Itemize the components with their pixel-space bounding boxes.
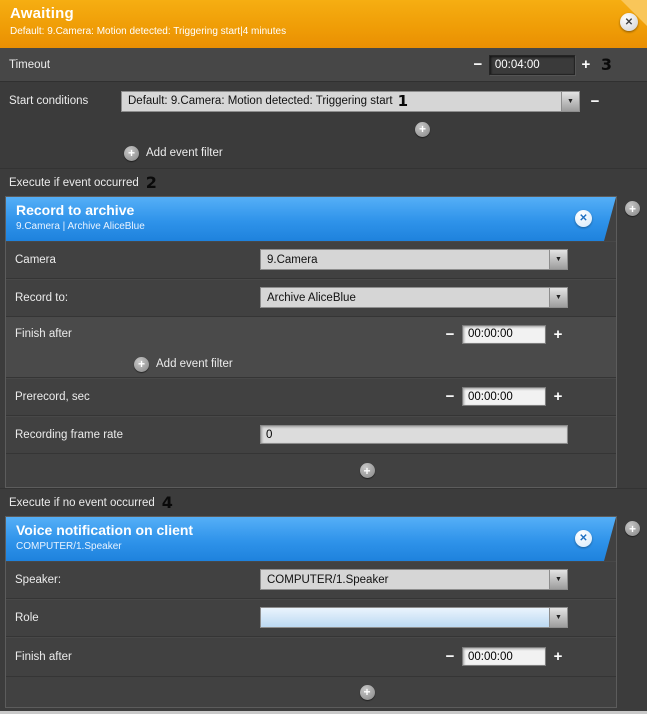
voice-finish-after-increment-button[interactable]: +	[551, 649, 565, 664]
chevron-down-icon[interactable]: ▼	[549, 608, 567, 627]
record-finish-after-input[interactable]	[462, 325, 546, 344]
record-add-event-filter-icon[interactable]: +	[134, 357, 149, 372]
role-dropdown[interactable]: ▼	[260, 607, 568, 628]
start-conditions-value: Default: 9.Camera: Motion detected: Trig…	[122, 92, 561, 111]
add-event-filter-label[interactable]: Add event filter	[146, 147, 223, 159]
finish-after-block: Finish after − + + Add event filter	[6, 317, 616, 378]
camera-value: 9.Camera	[261, 250, 549, 269]
record-panel-add-row: +	[6, 454, 616, 487]
voice-panel-close-icon[interactable]: ✕	[575, 530, 592, 547]
add-action-icon[interactable]: +	[625, 201, 640, 216]
page-title: Awaiting	[10, 5, 637, 22]
timeout-decrement-button[interactable]: −	[471, 57, 485, 72]
start-conditions-label: Start conditions	[9, 95, 121, 107]
voice-finish-after-input[interactable]	[462, 647, 546, 666]
role-value	[261, 608, 549, 627]
record-finish-after-stepper: − +	[443, 325, 565, 344]
speaker-value: COMPUTER/1.Speaker	[261, 570, 549, 589]
add-event-filter-row: + Add event filter	[0, 138, 647, 168]
prerecord-input[interactable]	[462, 387, 546, 406]
speaker-label: Speaker:	[15, 574, 260, 586]
start-conditions-text: Default: 9.Camera: Motion detected: Trig…	[128, 95, 393, 107]
dialog-subtitle: Default: 9.Camera: Motion detected: Trig…	[10, 26, 637, 37]
prerecord-decrement-button[interactable]: −	[443, 389, 457, 404]
annotation-2: 2	[146, 175, 157, 191]
timeout-increment-button[interactable]: +	[579, 57, 593, 72]
chevron-down-icon[interactable]: ▼	[549, 288, 567, 307]
annotation-3: 3	[601, 57, 612, 73]
add-condition-row: +	[0, 120, 647, 138]
voice-finish-after-label: Finish after	[15, 651, 260, 663]
frame-rate-input[interactable]	[260, 425, 568, 444]
voice-panel: Voice notification on client COMPUTER/1.…	[5, 516, 617, 708]
record-panel: Record to archive 9.Camera | Archive Ali…	[5, 196, 617, 488]
annotation-4: 4	[162, 495, 173, 511]
record-panel-title: Record to archive	[16, 202, 606, 218]
prerecord-row: Prerecord, sec − +	[6, 378, 616, 416]
prerecord-stepper: − +	[443, 387, 565, 406]
record-add-event-filter-label[interactable]: Add event filter	[156, 358, 233, 370]
record-add-event-filter-row: + Add event filter	[6, 351, 616, 377]
record-finish-after-row: Finish after − +	[6, 317, 616, 351]
add-event-filter-icon[interactable]: +	[124, 146, 139, 161]
chevron-down-icon[interactable]: ▼	[549, 250, 567, 269]
start-conditions-row: Start conditions Default: 9.Camera: Moti…	[0, 82, 647, 120]
speaker-row: Speaker: COMPUTER/1.Speaker ▼	[6, 561, 616, 599]
timeout-label: Timeout	[9, 59, 50, 71]
speaker-dropdown[interactable]: COMPUTER/1.Speaker ▼	[260, 569, 568, 590]
voice-panel-subtitle: COMPUTER/1.Speaker	[16, 541, 606, 552]
role-label: Role	[15, 612, 260, 624]
voice-finish-after-decrement-button[interactable]: −	[443, 649, 457, 664]
voice-finish-after-row: Finish after − +	[6, 637, 616, 677]
section-execute-if-event: Execute if event occurred 2	[0, 168, 647, 196]
start-conditions-dropdown[interactable]: Default: 9.Camera: Motion detected: Trig…	[121, 91, 580, 112]
frame-rate-label: Recording frame rate	[15, 429, 260, 441]
section-execute-if-no-event: Execute if no event occurred 4	[0, 488, 647, 516]
start-conditions-remove-button[interactable]: −	[588, 94, 602, 109]
chevron-down-icon[interactable]: ▼	[549, 570, 567, 589]
finish-after-decrement-button[interactable]: −	[443, 327, 457, 342]
timeout-input[interactable]	[489, 55, 575, 75]
chevron-down-icon[interactable]: ▼	[561, 92, 579, 111]
voice-panel-add-row: +	[6, 677, 616, 707]
record-panel-header: Record to archive 9.Camera | Archive Ali…	[6, 197, 616, 241]
camera-row: Camera 9.Camera ▼	[6, 241, 616, 279]
record-to-value: Archive AliceBlue	[261, 288, 549, 307]
record-finish-after-label: Finish after	[15, 328, 260, 340]
dialog-header: Awaiting Default: 9.Camera: Motion detec…	[0, 0, 647, 48]
prerecord-label: Prerecord, sec	[15, 391, 260, 403]
role-row: Role ▼	[6, 599, 616, 637]
record-to-label: Record to:	[15, 292, 260, 304]
close-icon[interactable]: ✕	[620, 13, 638, 31]
section-execute-if-no-event-label: Execute if no event occurred	[9, 497, 155, 509]
voice-panel-add-action-icon[interactable]: +	[360, 685, 375, 700]
finish-after-increment-button[interactable]: +	[551, 327, 565, 342]
frame-rate-row: Recording frame rate	[6, 416, 616, 454]
camera-label: Camera	[15, 254, 260, 266]
voice-finish-after-stepper: − +	[443, 647, 565, 666]
record-panel-add-action-icon[interactable]: +	[360, 463, 375, 478]
record-panel-subtitle: 9.Camera | Archive AliceBlue	[16, 221, 606, 232]
add-condition-icon[interactable]: +	[415, 122, 430, 137]
add-action-icon[interactable]: +	[625, 521, 640, 536]
record-panel-wrap: Record to archive 9.Camera | Archive Ali…	[5, 196, 617, 488]
voice-panel-header: Voice notification on client COMPUTER/1.…	[6, 517, 616, 561]
prerecord-increment-button[interactable]: +	[551, 389, 565, 404]
record-panel-close-icon[interactable]: ✕	[575, 210, 592, 227]
section-execute-if-event-label: Execute if event occurred	[9, 177, 139, 189]
camera-dropdown[interactable]: 9.Camera ▼	[260, 249, 568, 270]
awaiting-dialog: Awaiting Default: 9.Camera: Motion detec…	[0, 0, 647, 714]
annotation-1: 1	[398, 94, 408, 109]
timeout-row: Timeout − + 3	[0, 48, 647, 82]
voice-panel-title: Voice notification on client	[16, 522, 606, 538]
record-to-row: Record to: Archive AliceBlue ▼	[6, 279, 616, 317]
record-to-dropdown[interactable]: Archive AliceBlue ▼	[260, 287, 568, 308]
voice-panel-wrap: Voice notification on client COMPUTER/1.…	[5, 516, 617, 708]
